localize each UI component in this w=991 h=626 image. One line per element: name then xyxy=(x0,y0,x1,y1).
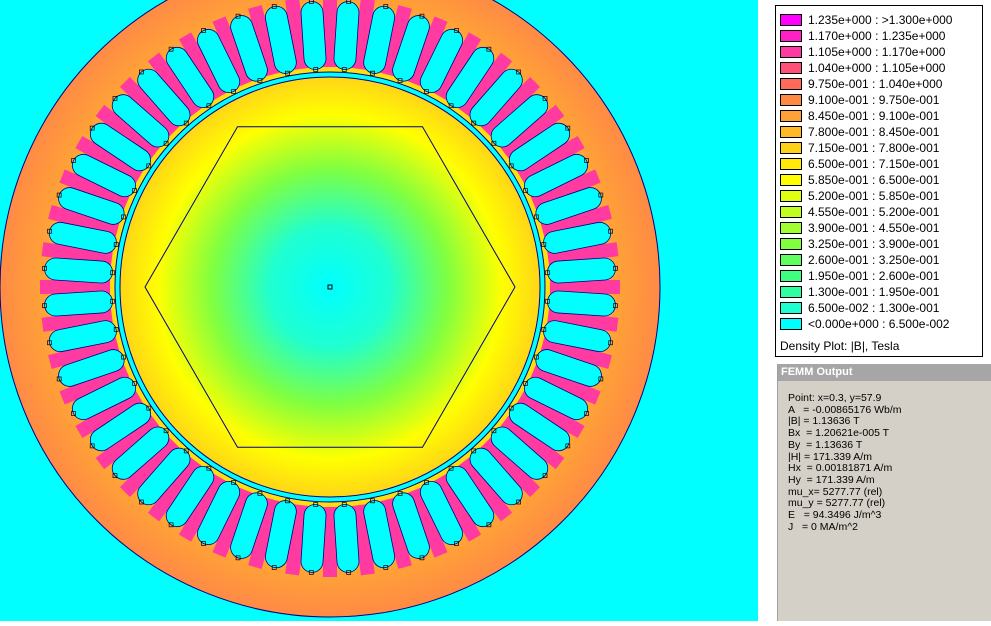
legend-entry: 1.040e+000 : 1.105e+000 xyxy=(780,60,945,76)
legend-entry: 6.500e-002 : 1.300e-001 xyxy=(780,300,939,316)
legend-label: 1.235e+000 : >1.300e+000 xyxy=(808,13,953,27)
legend-label: 9.750e-001 : 1.040e+000 xyxy=(808,77,943,91)
femm-output-panel: FEMM Output Point: x=0.3, y=57.9 A = -0.0… xyxy=(777,364,991,621)
legend-label: 7.800e-001 : 8.450e-001 xyxy=(808,125,940,139)
stator-slot xyxy=(44,257,113,284)
legend-entry: 2.600e-001 : 3.250e-001 xyxy=(780,252,939,268)
legend-label: 3.900e-001 : 4.550e-001 xyxy=(808,221,940,235)
legend-entry: 9.750e-001 : 1.040e+000 xyxy=(780,76,942,92)
legend-swatch xyxy=(780,190,802,202)
legend-entry: 5.200e-001 : 5.850e-001 xyxy=(780,188,939,204)
legend-swatch xyxy=(780,142,802,154)
legend-swatch xyxy=(780,78,802,90)
legend-entry: 1.950e-001 : 2.600e-001 xyxy=(780,268,939,284)
legend-swatch xyxy=(780,270,802,282)
legend-entry: 5.850e-001 : 6.500e-001 xyxy=(780,172,939,188)
legend-label: 7.150e-001 : 7.800e-001 xyxy=(808,141,940,155)
legend-label: 2.600e-001 : 3.250e-001 xyxy=(808,253,940,267)
stator-slot xyxy=(44,290,113,317)
rotor-body xyxy=(119,76,541,498)
legend-swatch xyxy=(780,318,802,330)
density-legend: 1.235e+000 : >1.300e+000 1.170e+000 : 1.2… xyxy=(775,5,983,357)
output-line: By = 1.13636 T xyxy=(788,438,863,451)
motor-geometry[interactable] xyxy=(0,0,758,621)
legend-swatch xyxy=(780,286,802,298)
stator-slot xyxy=(300,504,327,573)
legend-entry: 7.800e-001 : 8.450e-001 xyxy=(780,124,939,140)
legend-entry: 6.500e-001 : 7.150e-001 xyxy=(780,156,939,172)
stator-slot xyxy=(547,257,616,284)
legend-label: 6.500e-001 : 7.150e-001 xyxy=(808,157,940,171)
legend-entry: 1.170e+000 : 1.235e+000 xyxy=(780,28,945,44)
legend-swatch xyxy=(780,222,802,234)
legend-label: 1.300e-001 : 1.950e-001 xyxy=(808,285,940,299)
legend-swatch xyxy=(780,126,802,138)
legend-swatch xyxy=(780,30,802,42)
legend-entry: 1.300e-001 : 1.950e-001 xyxy=(780,284,939,300)
legend-label: 4.550e-001 : 5.200e-001 xyxy=(808,205,940,219)
legend-swatch xyxy=(780,110,802,122)
legend-swatch xyxy=(780,254,802,266)
stator-slot xyxy=(547,290,616,317)
legend-label: 1.950e-001 : 2.600e-001 xyxy=(808,269,940,283)
output-header: FEMM Output xyxy=(778,364,991,381)
legend-label: 5.200e-001 : 5.850e-001 xyxy=(808,189,940,203)
legend-title: Density Plot: |B|, Tesla xyxy=(780,339,900,353)
legend-swatch xyxy=(780,62,802,74)
output-line: J = 0 MA/m^2 xyxy=(788,520,858,533)
legend-entry: 4.550e-001 : 5.200e-001 xyxy=(780,204,939,220)
legend-entry: 9.100e-001 : 9.750e-001 xyxy=(780,92,939,108)
legend-swatch xyxy=(780,158,802,170)
stator-slot xyxy=(300,1,327,70)
legend-label: 6.500e-002 : 1.300e-001 xyxy=(808,301,940,315)
legend-swatch xyxy=(780,14,802,26)
legend-label: 1.170e+000 : 1.235e+000 xyxy=(808,29,946,43)
legend-label: 8.450e-001 : 9.100e-001 xyxy=(808,109,940,123)
legend-label: <0.000e+000 : 6.500e-002 xyxy=(808,317,950,331)
legend-entry: <0.000e+000 : 6.500e-002 xyxy=(780,316,949,332)
output-line: Point: x=0.3, y=57.9 xyxy=(788,392,882,404)
legend-label: 1.105e+000 : 1.170e+000 xyxy=(808,45,946,59)
legend-entry: 8.450e-001 : 9.100e-001 xyxy=(780,108,939,124)
stator-slot xyxy=(333,504,360,573)
output-body: Point: x=0.3, y=57.9 A = -0.00865176 Wb/m… xyxy=(778,381,991,533)
legend-swatch xyxy=(780,94,802,106)
output-line: Hy = 171.339 A/m xyxy=(788,473,875,486)
legend-label: 1.040e+000 : 1.105e+000 xyxy=(808,61,946,75)
legend-swatch xyxy=(780,174,802,186)
legend-swatch xyxy=(780,238,802,250)
legend-swatch xyxy=(780,206,802,218)
legend-entry: 7.150e-001 : 7.800e-001 xyxy=(780,140,939,156)
legend-label: 3.250e-001 : 3.900e-001 xyxy=(808,237,940,251)
legend-entry: 1.235e+000 : >1.300e+000 xyxy=(780,12,952,28)
legend-entry: 3.900e-001 : 4.550e-001 xyxy=(780,220,939,236)
legend-swatch xyxy=(780,302,802,314)
stator-slot xyxy=(333,1,360,70)
legend-entry: 3.250e-001 : 3.900e-001 xyxy=(780,236,939,252)
output-line: E = 94.3496 J/m^3 xyxy=(788,509,882,522)
legend-label: 5.850e-001 : 6.500e-001 xyxy=(808,173,940,187)
legend-label: 9.100e-001 : 9.750e-001 xyxy=(808,93,940,107)
legend-swatch xyxy=(780,46,802,58)
legend-entry: 1.105e+000 : 1.170e+000 xyxy=(780,44,945,60)
density-plot-view[interactable] xyxy=(0,0,758,621)
